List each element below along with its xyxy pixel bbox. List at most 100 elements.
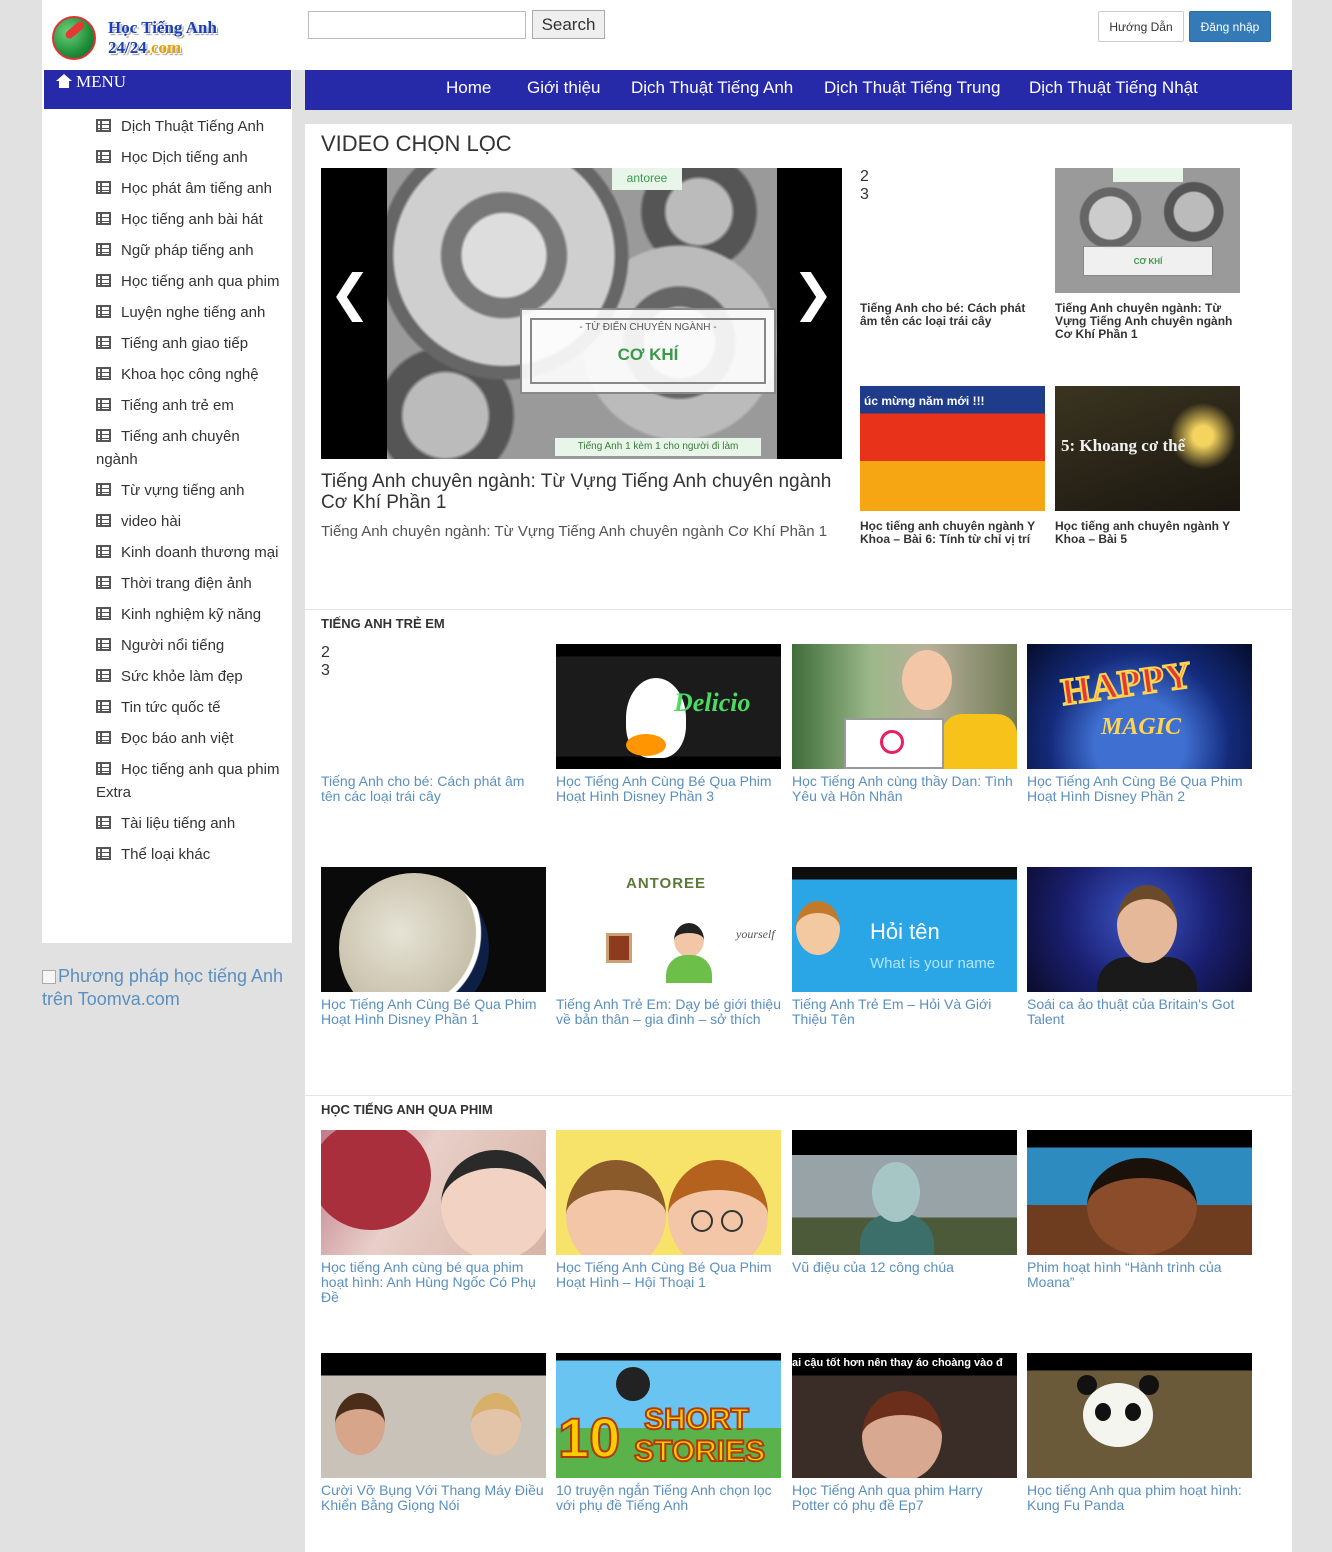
video-thumbnail[interactable]: Delicio xyxy=(556,644,781,769)
video-card[interactable]: Học Tiếng Anh cùng thầy Dan: Tình Yêu và… xyxy=(792,644,1017,804)
video-card[interactable]: Phim hoạt hình “Hành trình của Moana” xyxy=(1027,1130,1252,1290)
video-thumbnail[interactable] xyxy=(1027,867,1252,992)
video-thumbnail[interactable]: ANTOREE yourself xyxy=(556,867,781,992)
video-thumbnail[interactable]: HAPPY MAGIC xyxy=(1027,644,1252,769)
side-video-card[interactable]: 2 3 Tiếng Anh cho bé: Cách phát âm tên các… xyxy=(860,168,1045,328)
side-video-card[interactable]: úc mừng năm mới !!! Học tiếng anh chuyên … xyxy=(860,386,1045,546)
nav-translate-english[interactable]: Dịch Thuật Tiếng Anh xyxy=(631,78,793,98)
video-card-title[interactable]: Vũ điệu của 12 công chúa xyxy=(792,1260,1017,1275)
sidebar-item[interactable]: Kinh doanh thương mại xyxy=(42,538,292,569)
video-card-title[interactable]: Học tiếng Anh qua phim hoạt hình: Kung F… xyxy=(1027,1483,1252,1513)
video-card-title[interactable]: Học Tiếng Anh Cùng Bé Qua Phim Hoạt Hình… xyxy=(556,774,781,804)
video-thumbnail[interactable]: 10 SHORT STORIES xyxy=(556,1353,781,1478)
video-thumbnail[interactable]: CƠ KHÍ xyxy=(1055,168,1240,293)
sidebar-item[interactable]: Từ vựng tiếng anh xyxy=(42,476,292,507)
video-card[interactable]: ai cậu tốt hơn nên thay áo choàng vào đ H… xyxy=(792,1353,1017,1513)
video-card[interactable]: Hỏi tên What is your name Tiếng Anh Trẻ Em… xyxy=(792,867,1017,1027)
nav-translate-chinese[interactable]: Dịch Thuật Tiếng Trung xyxy=(824,78,1000,98)
side-video-caption[interactable]: Học tiếng anh chuyên ngành Y Khoa – Bài … xyxy=(860,520,1045,546)
side-video-caption[interactable]: Tiếng Anh chuyên ngành: Từ Vựng Tiếng An… xyxy=(1055,302,1240,341)
sidebar-item[interactable]: Sức khỏe làm đẹp xyxy=(42,662,292,693)
video-card[interactable]: HAPPY MAGIC Học Tiếng Anh Cùng Bé Qua Phim… xyxy=(1027,644,1252,804)
video-card[interactable]: Soái ca ảo thuật của Britain's Got Talen… xyxy=(1027,867,1252,1027)
side-video-caption[interactable]: Tiếng Anh cho bé: Cách phát âm tên các l… xyxy=(860,302,1045,328)
video-thumbnail[interactable] xyxy=(321,1130,546,1255)
sidebar-item[interactable]: Tiếng anh giao tiếp xyxy=(42,329,292,360)
sidebar-item[interactable]: Học phát âm tiếng anh xyxy=(42,174,292,205)
sidebar-item[interactable]: Thể loại khác xyxy=(42,840,292,871)
video-thumbnail[interactable]: ai cậu tốt hơn nên thay áo choàng vào đ xyxy=(792,1353,1017,1478)
sidebar-item[interactable]: Thời trang điện ảnh xyxy=(42,569,292,600)
featured-slide-image[interactable]: antoree - TỪ ĐIỂN CHUYÊN NGÀNH - CƠ KHÍ … xyxy=(387,168,777,459)
video-card-title[interactable]: Phim hoạt hình “Hành trình của Moana” xyxy=(1027,1260,1252,1290)
login-button[interactable]: Đăng nhập xyxy=(1189,11,1271,42)
sidebar-item[interactable]: Đọc báo anh việt xyxy=(42,724,292,755)
video-card-title[interactable]: Học Tiếng Anh Cùng Bé Qua Phim Hoạt Hình… xyxy=(1027,774,1252,804)
sidebar-item[interactable]: video hài xyxy=(42,507,292,538)
video-thumbnail[interactable] xyxy=(792,644,1017,769)
video-card[interactable]: 2 3 Tiếng Anh cho bé: Cách phát âm tên các… xyxy=(321,644,546,804)
video-card-title[interactable]: Tiếng Anh Trẻ Em – Hỏi Và Giới Thiệu Tên xyxy=(792,997,1017,1027)
video-thumbnail[interactable]: 23 xyxy=(860,168,1045,293)
sidebar-item[interactable]: Học tiếng anh qua phim Extra xyxy=(42,755,292,809)
featured-video-title[interactable]: Tiếng Anh chuyên ngành: Từ Vựng Tiếng An… xyxy=(321,471,841,513)
video-card-title[interactable]: Tiếng Anh Trẻ Em: Dạy bé giới thiệu về b… xyxy=(556,997,781,1027)
sidebar-item[interactable]: Khoa học công nghệ xyxy=(42,360,292,391)
video-thumbnail[interactable]: 5: Khoang cơ thể xyxy=(1055,386,1240,511)
thumb-shirt xyxy=(942,714,1017,769)
video-thumbnail[interactable] xyxy=(321,867,546,992)
sidebar-item[interactable]: Ngữ pháp tiếng anh xyxy=(42,236,292,267)
video-card-title[interactable]: Tiếng Anh cho bé: Cách phát âm tên các l… xyxy=(321,774,546,804)
nav-home[interactable]: Home xyxy=(446,78,491,98)
video-card[interactable]: Học tiếng Anh qua phim hoạt hình: Kung F… xyxy=(1027,1353,1252,1513)
sidebar-item[interactable]: Tin tức quốc tế xyxy=(42,693,292,724)
guide-button[interactable]: Hướng Dẫn xyxy=(1098,11,1184,42)
search-input[interactable] xyxy=(308,11,526,39)
sidebar-item[interactable]: Học tiếng anh qua phim xyxy=(42,267,292,298)
sidebar-item[interactable]: Học Dịch tiếng anh xyxy=(42,143,292,174)
video-card[interactable]: Cười Vỡ Bụng Với Thang Máy Điều Khiển Bằ… xyxy=(321,1353,546,1513)
video-card-title[interactable]: 10 truyện ngắn Tiếng Anh chọn lọc với ph… xyxy=(556,1483,781,1513)
sidebar-item[interactable]: Tiếng anh trẻ em xyxy=(42,391,292,422)
nav-translate-japanese[interactable]: Dịch Thuật Tiếng Nhật xyxy=(1029,78,1198,98)
video-card-title[interactable]: Học Tiếng Anh cùng thầy Dan: Tình Yêu và… xyxy=(792,774,1017,804)
video-card-title[interactable]: Học Tiếng Anh Cùng Bé Qua Phim Hoạt Hình… xyxy=(321,997,546,1027)
video-card-title[interactable]: Học Tiếng Anh Cùng Bé Qua Phim Hoạt Hình… xyxy=(556,1260,781,1290)
video-thumbnail[interactable] xyxy=(556,1130,781,1255)
video-card-title[interactable]: Soái ca ảo thuật của Britain's Got Talen… xyxy=(1027,997,1252,1027)
video-card-title[interactable]: Học Tiếng Anh qua phim Harry Potter có p… xyxy=(792,1483,1017,1513)
sidebar-item[interactable]: Dịch Thuật Tiếng Anh xyxy=(42,112,292,143)
video-card-title[interactable]: Cười Vỡ Bụng Với Thang Máy Điều Khiển Bằ… xyxy=(321,1483,546,1513)
sidebar-item[interactable]: Tiếng anh chuyên ngành xyxy=(42,422,292,476)
sidebar-item[interactable]: Tài liệu tiếng anh xyxy=(42,809,292,840)
side-video-card[interactable]: 5: Khoang cơ thể Học tiếng anh chuyên ngà… xyxy=(1055,386,1240,546)
video-card[interactable]: Vũ điệu của 12 công chúa xyxy=(792,1130,1017,1275)
side-video-caption[interactable]: Học tiếng anh chuyên ngành Y Khoa – Bài … xyxy=(1055,520,1240,546)
video-card[interactable]: Delicio Học Tiếng Anh Cùng Bé Qua Phim Ho… xyxy=(556,644,781,804)
video-thumbnail[interactable]: 23 xyxy=(321,644,546,769)
video-thumbnail[interactable]: Hỏi tên What is your name xyxy=(792,867,1017,992)
video-thumbnail[interactable] xyxy=(321,1353,546,1478)
video-thumbnail[interactable]: úc mừng năm mới !!! xyxy=(860,386,1045,511)
site-logo[interactable]: Học Tiếng Anh 24/24.com xyxy=(52,14,222,62)
video-card[interactable]: Học Tiếng Anh Cùng Bé Qua Phim Hoạt Hình… xyxy=(556,1130,781,1290)
video-card[interactable]: Học Tiếng Anh Cùng Bé Qua Phim Hoạt Hình… xyxy=(321,867,546,1027)
video-card[interactable]: ANTOREE yourself Tiếng Anh Trẻ Em: Dạy bé … xyxy=(556,867,781,1027)
video-thumbnail[interactable] xyxy=(1027,1130,1252,1255)
side-video-card[interactable]: CƠ KHÍ Tiếng Anh chuyên ngành: Từ Vựng Ti… xyxy=(1055,168,1240,341)
slider-next-arrow-icon[interactable]: ❯ xyxy=(792,263,834,323)
video-card[interactable]: 10 SHORT STORIES 10 truyện ngắn Tiếng Anh c… xyxy=(556,1353,781,1513)
nav-about[interactable]: Giới thiệu xyxy=(527,78,601,98)
video-card[interactable]: Học tiếng Anh cùng bé qua phim hoạt hình… xyxy=(321,1130,546,1305)
featured-video-slider[interactable]: antoree - TỪ ĐIỂN CHUYÊN NGÀNH - CƠ KHÍ … xyxy=(321,168,842,459)
video-card-title[interactable]: Học tiếng Anh cùng bé qua phim hoạt hình… xyxy=(321,1260,546,1305)
sidebar-item[interactable]: Kinh nghiệm kỹ năng xyxy=(42,600,292,631)
sidebar-item[interactable]: Luyện nghe tiếng anh xyxy=(42,298,292,329)
promo-image-broken[interactable]: Phương pháp học tiếng Anh trên Toomva.co… xyxy=(42,965,292,1011)
sidebar-item[interactable]: Học tiếng anh bài hát xyxy=(42,205,292,236)
video-thumbnail[interactable] xyxy=(792,1130,1017,1255)
sidebar-item[interactable]: Người nổi tiếng xyxy=(42,631,292,662)
slider-prev-arrow-icon[interactable]: ❮ xyxy=(329,263,371,323)
search-button[interactable]: Search xyxy=(532,10,605,39)
video-thumbnail[interactable] xyxy=(1027,1353,1252,1478)
